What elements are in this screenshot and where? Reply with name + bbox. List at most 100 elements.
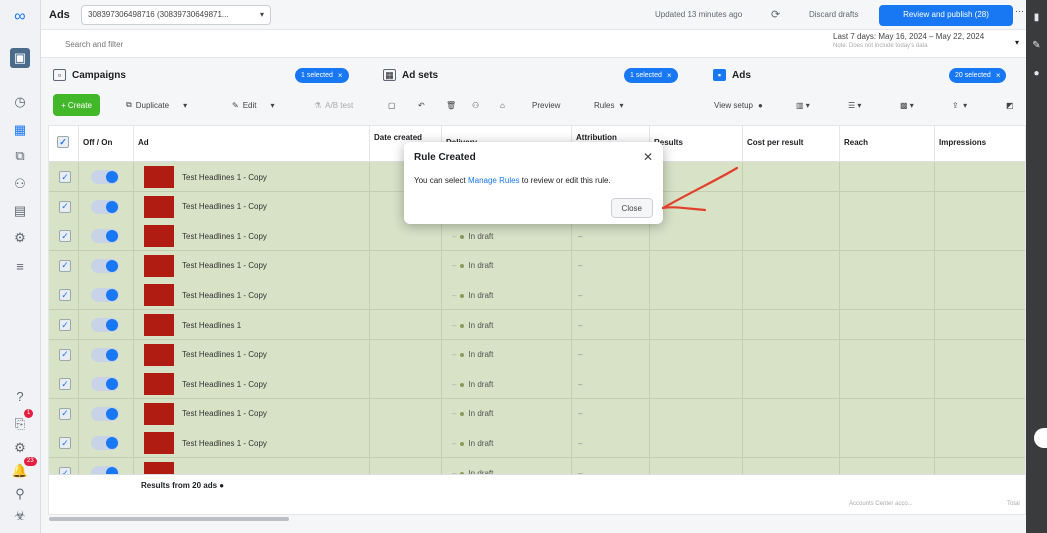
delete-draft-button[interactable]: ▢ bbox=[381, 94, 403, 116]
undo-button[interactable]: ↶ bbox=[411, 94, 432, 116]
edit-pencil-icon[interactable]: ✎ bbox=[1029, 38, 1044, 53]
row-checkbox[interactable]: ✓ bbox=[59, 378, 71, 391]
column-header-reach[interactable]: Reach bbox=[840, 126, 935, 162]
tab-campaigns[interactable]: ▫ Campaigns bbox=[53, 62, 126, 88]
ad-name[interactable]: Test Headlines 1 - Copy bbox=[182, 291, 267, 300]
preview-button[interactable]: Preview bbox=[525, 94, 567, 116]
column-header-results[interactable]: Results bbox=[650, 126, 743, 162]
column-header-ad[interactable]: Ad bbox=[134, 126, 370, 162]
table-row[interactable]: ✓ Test Headlines 1 – In draft – bbox=[49, 310, 1025, 340]
rules-button[interactable]: Rules ▾ bbox=[587, 94, 630, 116]
chart-toggle-button[interactable]: ◩ bbox=[999, 94, 1021, 116]
ab-test-button[interactable]: ⚗ A/B test bbox=[307, 94, 360, 116]
table-row[interactable]: ✓ Test Headlines 1 - Copy – In draft – bbox=[49, 398, 1025, 429]
ad-name[interactable]: Test Headlines 1 - Copy bbox=[182, 173, 267, 182]
table-row[interactable]: ✓ Test Headlines 1 - Copy – In draft – bbox=[49, 280, 1025, 311]
date-range-picker[interactable]: Last 7 days: May 16, 2024 – May 22, 2024… bbox=[833, 32, 1019, 56]
close-icon[interactable]: ✕ bbox=[643, 150, 653, 164]
campaigns-selected-chip[interactable]: 1 selected × bbox=[295, 68, 349, 83]
discard-drafts-button[interactable]: Discard drafts bbox=[801, 6, 866, 25]
close-icon[interactable]: × bbox=[667, 71, 672, 80]
on-off-toggle[interactable] bbox=[91, 258, 119, 273]
row-checkbox[interactable]: ✓ bbox=[59, 171, 71, 183]
on-off-toggle[interactable] bbox=[91, 199, 119, 214]
ad-name[interactable]: Test Headlines 1 bbox=[182, 321, 241, 330]
chat-bubble-icon[interactable] bbox=[1034, 428, 1047, 448]
columns-button[interactable]: ▥ ▾ bbox=[789, 94, 817, 116]
row-checkbox[interactable]: ✓ bbox=[59, 289, 71, 302]
reports-button[interactable]: ▩ ▾ bbox=[893, 94, 921, 116]
ads-selected-chip[interactable]: 20 selected × bbox=[949, 68, 1007, 83]
row-checkbox[interactable]: ✓ bbox=[59, 319, 71, 331]
more-options-button[interactable]: ··· bbox=[1013, 6, 1026, 16]
on-off-toggle[interactable] bbox=[91, 288, 119, 303]
campaigns-table-icon[interactable]: ▦ bbox=[10, 120, 30, 140]
on-off-toggle[interactable] bbox=[91, 436, 119, 451]
column-header-impressions[interactable]: Impressions bbox=[935, 126, 1025, 162]
create-button[interactable]: + Create bbox=[53, 94, 100, 116]
ad-name[interactable]: Test Headlines 1 - Copy bbox=[182, 350, 267, 359]
column-header-cost-per-result[interactable]: Cost per result bbox=[743, 126, 840, 162]
ad-name[interactable]: Test Headlines 1 - Copy bbox=[182, 409, 267, 418]
account-avatar-icon[interactable]: ▣ bbox=[10, 48, 30, 68]
search-icon[interactable]: ⚲ bbox=[10, 484, 30, 504]
help-icon[interactable]: ? bbox=[10, 386, 30, 406]
events-icon[interactable]: ⚙ bbox=[10, 228, 30, 248]
audience-button[interactable]: ⚇ bbox=[465, 94, 486, 116]
chart-icon[interactable]: ▮ bbox=[1029, 10, 1044, 25]
manage-rules-link[interactable]: Manage Rules bbox=[468, 176, 520, 185]
pages-icon[interactable]: ⧉ bbox=[10, 146, 30, 166]
breakdown-button[interactable]: ☰ ▾ bbox=[841, 94, 868, 116]
row-checkbox[interactable]: ✓ bbox=[59, 407, 71, 420]
close-icon[interactable]: × bbox=[338, 71, 343, 80]
audiences-icon[interactable]: ⚇ bbox=[10, 174, 30, 194]
account-selector[interactable]: 308397306498716 (30839730649871... ▾ bbox=[81, 5, 271, 25]
adsets-selected-chip[interactable]: 1 selected × bbox=[624, 68, 678, 83]
tag-button[interactable]: ⌂ bbox=[493, 94, 512, 116]
close-button[interactable]: Close bbox=[610, 198, 653, 218]
view-setup-toggle[interactable]: View setup ● bbox=[707, 94, 770, 116]
bug-report-icon[interactable]: ☣ bbox=[10, 506, 30, 526]
meta-logo-icon[interactable]: ∞ bbox=[10, 7, 30, 27]
ab-test-label: A/B test bbox=[325, 100, 354, 110]
row-checkbox[interactable]: ✓ bbox=[59, 437, 71, 450]
edit-button[interactable]: ✎ Edit ▾ bbox=[225, 94, 282, 116]
review-publish-button[interactable]: Review and publish (28) bbox=[879, 5, 1013, 26]
on-off-toggle[interactable] bbox=[91, 406, 119, 421]
table-row[interactable]: ✓ Test Headlines 1 - Copy – In draft – bbox=[49, 221, 1025, 252]
ad-name[interactable]: Test Headlines 1 - Copy bbox=[182, 202, 267, 211]
settings-icon[interactable]: ⚙ bbox=[10, 438, 30, 458]
table-row[interactable]: ✓ Test Headlines 1 - Copy – In draft – bbox=[49, 369, 1025, 400]
menu-icon[interactable]: ≡ bbox=[10, 256, 30, 276]
row-checkbox[interactable]: ✓ bbox=[59, 200, 71, 213]
table-row[interactable]: ✓ Test Headlines 1 - Copy – In draft – bbox=[49, 339, 1025, 370]
billing-icon[interactable]: ▤ bbox=[10, 201, 30, 221]
on-off-toggle[interactable] bbox=[91, 229, 119, 244]
horizontal-scrollbar[interactable] bbox=[49, 517, 289, 521]
ad-name[interactable]: Test Headlines 1 - Copy bbox=[182, 439, 267, 448]
export-button[interactable]: ⇪ ▾ bbox=[945, 94, 974, 116]
delete-button[interactable]: 🗑 bbox=[439, 94, 463, 116]
ad-name[interactable]: Test Headlines 1 - Copy bbox=[182, 232, 267, 241]
row-checkbox[interactable]: ✓ bbox=[59, 348, 71, 361]
on-off-toggle[interactable] bbox=[91, 170, 119, 184]
table-row[interactable]: ✓ Test Headlines 1 - Copy – In draft – bbox=[49, 250, 1025, 281]
ad-name[interactable]: Test Headlines 1 - Copy bbox=[182, 261, 267, 270]
row-checkbox[interactable]: ✓ bbox=[59, 259, 71, 272]
dashboard-gauge-icon[interactable]: ◷ bbox=[10, 92, 30, 112]
duplicate-button[interactable]: ⧉ Duplicate ▾ bbox=[119, 94, 194, 116]
column-header-off-on[interactable]: Off / On bbox=[79, 126, 134, 162]
tab-ads[interactable]: ▪ Ads bbox=[713, 62, 751, 88]
refresh-icon[interactable]: ⟳ bbox=[771, 8, 780, 21]
info-icon[interactable]: ● bbox=[1029, 66, 1044, 81]
tab-ad-sets[interactable]: ▦ Ad sets bbox=[383, 62, 438, 88]
table-row[interactable]: ✓ Test Headlines 1 - Copy – In draft – bbox=[49, 428, 1025, 459]
on-off-toggle[interactable] bbox=[91, 347, 119, 362]
ad-name[interactable]: Test Headlines 1 - Copy bbox=[182, 380, 267, 389]
select-all-checkbox[interactable]: ✓ bbox=[49, 126, 79, 162]
row-checkbox[interactable]: ✓ bbox=[59, 230, 71, 243]
on-off-toggle[interactable] bbox=[91, 377, 119, 392]
close-icon[interactable]: × bbox=[996, 71, 1001, 80]
search-input[interactable] bbox=[51, 34, 811, 54]
on-off-toggle[interactable] bbox=[91, 318, 119, 332]
